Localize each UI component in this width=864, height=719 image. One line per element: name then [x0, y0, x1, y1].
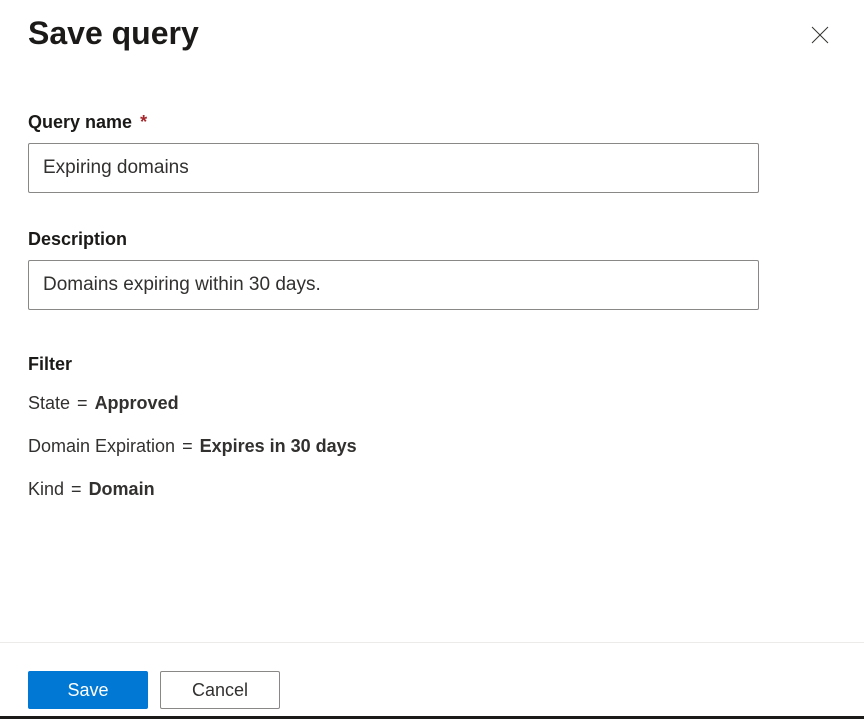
save-button[interactable]: Save [28, 671, 148, 709]
description-label: Description [28, 229, 836, 250]
close-button[interactable] [804, 19, 836, 51]
query-name-label: Query name * [28, 112, 836, 133]
filter-equals: = [77, 393, 93, 413]
filter-item-kind: Kind = Domain [28, 479, 836, 500]
query-name-label-text: Query name [28, 112, 132, 132]
cancel-button[interactable]: Cancel [160, 671, 280, 709]
description-input[interactable] [28, 260, 759, 310]
dialog-header: Save query [0, 0, 864, 52]
query-name-input[interactable] [28, 143, 759, 193]
filter-item-state: State = Approved [28, 393, 836, 414]
filter-value: Approved [95, 393, 179, 413]
query-name-field-group: Query name * [28, 112, 836, 193]
filter-key: State [28, 393, 70, 413]
filter-item-domain-expiration: Domain Expiration = Expires in 30 days [28, 436, 836, 457]
dialog-body: Query name * Description Filter State = … [0, 52, 864, 500]
filter-equals: = [71, 479, 87, 499]
dialog-title: Save query [28, 15, 199, 52]
filter-key: Kind [28, 479, 64, 499]
filter-equals: = [182, 436, 198, 456]
required-indicator: * [140, 112, 147, 132]
description-field-group: Description [28, 229, 836, 310]
filter-value: Domain [89, 479, 155, 499]
filter-key: Domain Expiration [28, 436, 175, 456]
filter-section: Filter State = Approved Domain Expiratio… [28, 354, 836, 500]
close-icon [810, 25, 830, 45]
filter-heading: Filter [28, 354, 836, 375]
filter-value: Expires in 30 days [200, 436, 357, 456]
dialog-footer: Save Cancel [0, 642, 864, 709]
